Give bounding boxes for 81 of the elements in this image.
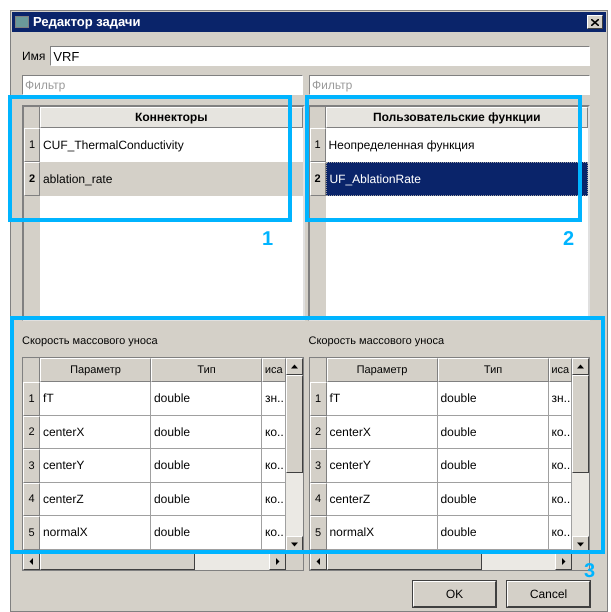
- column-header[interactable]: Тип: [151, 358, 262, 382]
- row-number: 5: [310, 516, 326, 550]
- table-cell: centerY: [326, 449, 438, 482]
- column-header[interactable]: иса: [548, 358, 572, 382]
- scroll-arrow-button[interactable]: [555, 553, 572, 570]
- list-row[interactable]: UF_AblationRate: [326, 162, 588, 196]
- column-header[interactable]: Параметр: [40, 358, 151, 382]
- column-header[interactable]: Тип: [438, 358, 548, 382]
- callout-number: 2: [563, 228, 574, 250]
- row-number: 4: [310, 482, 326, 516]
- vertical-scrollbar[interactable]: [572, 358, 589, 553]
- left-arrow-icon: [28, 558, 35, 565]
- close-icon: [591, 18, 599, 26]
- table-cell: centerZ: [40, 482, 151, 516]
- close-button[interactable]: [587, 15, 603, 29]
- table-cell: double: [151, 482, 262, 516]
- list-row[interactable]: ablation_rate: [40, 162, 302, 196]
- table-cell: double: [151, 449, 262, 482]
- table-cell: centerZ: [326, 482, 438, 516]
- callout-number: 1: [262, 228, 274, 250]
- name-field[interactable]: VRF: [50, 46, 590, 66]
- callout-number: 3: [584, 560, 596, 582]
- table-cell: double: [438, 382, 548, 416]
- row-number: 3: [23, 449, 40, 482]
- app-icon: [15, 16, 29, 28]
- row-number: 1: [310, 382, 326, 416]
- window-title: Редактор задачи: [33, 13, 142, 32]
- table-cell: centerY: [40, 449, 151, 482]
- table-cell: double: [438, 516, 548, 550]
- left-arrow-icon: [314, 558, 322, 565]
- scrollbar-thumb[interactable]: [326, 553, 482, 570]
- scrollbar-thumb[interactable]: [286, 375, 302, 473]
- up-arrow-icon: [290, 363, 298, 370]
- scroll-arrow-button[interactable]: [23, 553, 40, 570]
- table-cell: double: [151, 382, 262, 416]
- row-number: 1: [23, 382, 40, 416]
- table-cell: double: [151, 416, 262, 449]
- down-arrow-icon: [577, 541, 584, 548]
- horizontal-scrollbar[interactable]: [23, 553, 286, 570]
- dialog-button[interactable]: OK: [413, 581, 496, 607]
- scrollbar-thumb[interactable]: [40, 553, 195, 570]
- table-cell: double: [151, 516, 262, 550]
- row-number: 5: [23, 516, 40, 550]
- table-cell: fT: [40, 382, 151, 416]
- column-header: Пользовательские функции: [326, 107, 588, 128]
- table-cell: double: [438, 482, 548, 516]
- table-cell: centerX: [326, 416, 438, 449]
- up-arrow-icon: [577, 363, 584, 370]
- dialog-button[interactable]: Cancel: [507, 581, 590, 607]
- right-arrow-icon: [560, 558, 567, 565]
- column-header[interactable]: иса: [262, 358, 286, 382]
- row-number: 2: [24, 162, 40, 196]
- right-arrow-icon: [274, 558, 280, 565]
- horizontal-scrollbar[interactable]: [310, 553, 572, 570]
- table-cell: normalX: [326, 516, 438, 550]
- scrollbar-thumb[interactable]: [572, 375, 589, 473]
- vertical-scrollbar[interactable]: [286, 358, 302, 553]
- name-label: Имя: [22, 48, 46, 65]
- scroll-arrow-button[interactable]: [572, 358, 589, 375]
- table-cell: normalX: [40, 516, 151, 550]
- filter-field[interactable]: Фильтр: [309, 75, 590, 95]
- scroll-arrow-button[interactable]: [268, 553, 286, 570]
- row-number: 3: [310, 449, 326, 482]
- table-cell: fT: [326, 382, 438, 416]
- table-cell: centerX: [40, 416, 151, 449]
- scroll-arrow-button[interactable]: [286, 358, 302, 375]
- row-number: 2: [310, 416, 326, 449]
- row-number: 1: [24, 128, 40, 162]
- row-number: 1: [310, 128, 326, 162]
- row-number: 2: [23, 416, 40, 449]
- filter-field[interactable]: Фильтр: [22, 75, 303, 95]
- column-header: Коннекторы: [40, 107, 302, 128]
- table-cell: double: [438, 449, 548, 482]
- row-number: 4: [23, 482, 40, 516]
- row-number: 2: [310, 162, 326, 196]
- table-title: Скорость массового уноса: [308, 334, 446, 349]
- scroll-arrow-button[interactable]: [310, 553, 326, 570]
- table-cell: double: [438, 416, 548, 449]
- column-header[interactable]: Параметр: [326, 358, 438, 382]
- down-arrow-icon: [290, 541, 298, 548]
- table-title: Скорость массового уноса: [22, 334, 159, 349]
